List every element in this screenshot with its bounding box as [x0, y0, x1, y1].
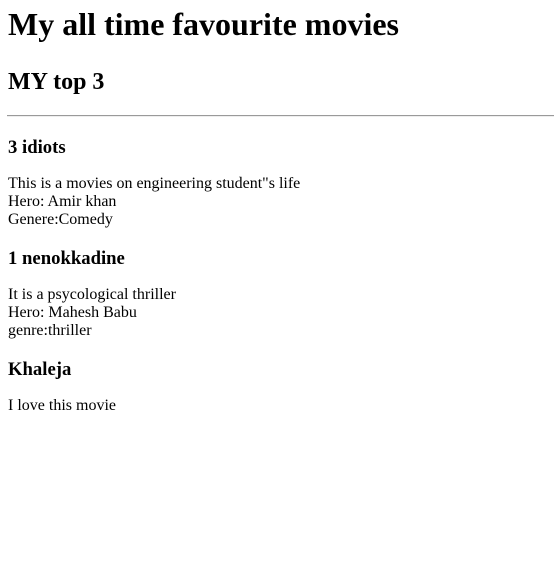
- page-content: My all time favourite movies MY top 3 3 …: [0, 0, 555, 415]
- movie-hero-line: Hero: Amir khan: [8, 193, 117, 210]
- movie-description: It is a psycological thriller Hero: Mahe…: [8, 286, 547, 340]
- movie-summary-line: I love this movie: [8, 397, 116, 414]
- movie-entry-1-nenokkadine: 1 nenokkadine It is a psycological thril…: [8, 229, 547, 340]
- movie-title: 1 nenokkadine: [8, 248, 125, 269]
- movie-description: I love this movie: [8, 397, 547, 415]
- movie-title: Khaleja: [8, 359, 72, 380]
- movie-description: This is a movies on engineering student"…: [8, 175, 547, 229]
- movie-summary-line: It is a psycological thriller: [8, 286, 176, 303]
- page-subtitle: MY top 3: [8, 69, 105, 95]
- movie-entry-3-idiots: 3 idiots This is a movies on engineering…: [8, 117, 547, 229]
- movie-genre-line: Genere:Comedy: [8, 211, 113, 228]
- page-title: My all time favourite movies: [8, 6, 399, 42]
- movie-title: 3 idiots: [8, 137, 66, 158]
- movie-genre-line: genre:thriller: [8, 322, 92, 339]
- movie-entry-khaleja: Khaleja I love this movie: [8, 340, 547, 415]
- movie-summary-line: This is a movies on engineering student"…: [8, 175, 301, 192]
- movie-hero-line: Hero: Mahesh Babu: [8, 304, 137, 321]
